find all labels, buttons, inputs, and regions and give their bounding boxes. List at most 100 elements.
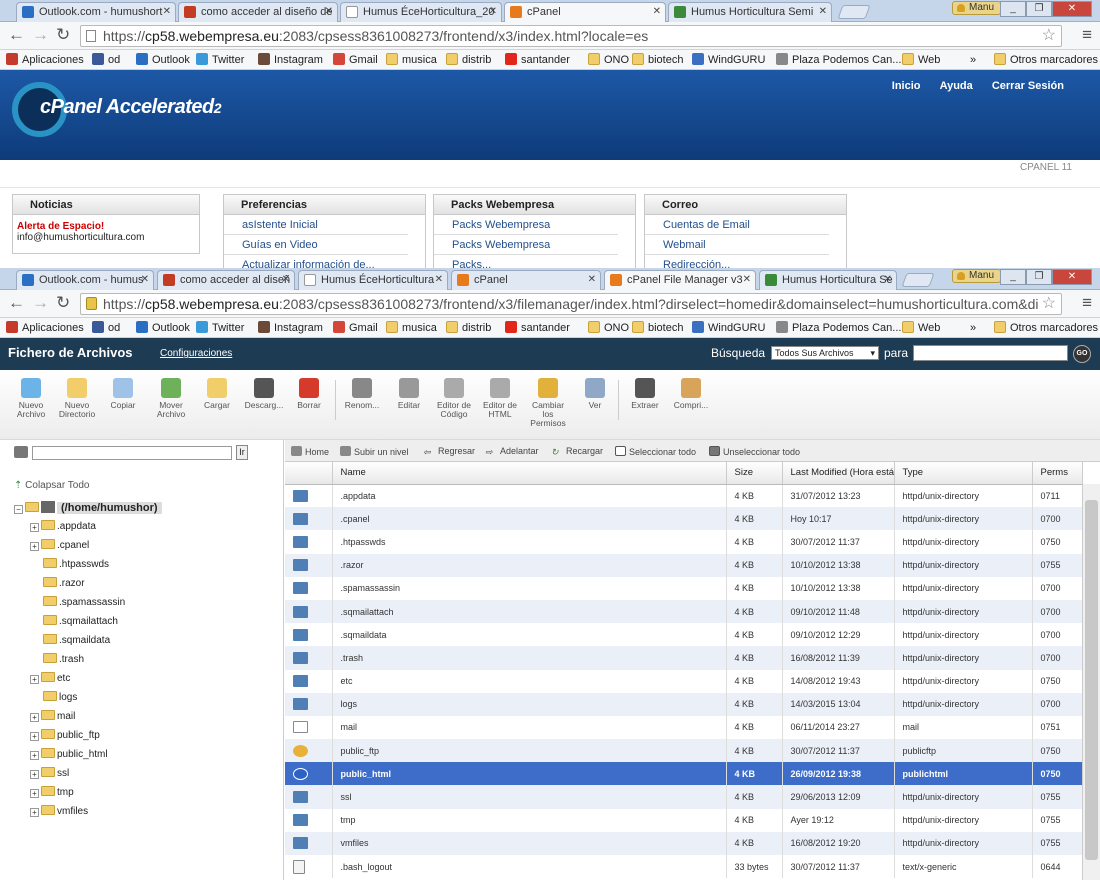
tab-cpanel[interactable]: cPanel ✕	[504, 2, 666, 23]
forward-icon[interactable]: →	[32, 26, 49, 44]
browser-menu-icon[interactable]: ≡	[1082, 293, 1092, 313]
bookmark-distrib[interactable]: distrib	[446, 321, 491, 335]
file-row[interactable]: public_html 4 KB 26/09/2012 19:38 publichtm…	[285, 762, 1083, 786]
select-all-action[interactable]: Seleccionar todo	[615, 446, 696, 457]
tree-node[interactable]: + .cpanel	[30, 537, 89, 555]
tab-humus-doc[interactable]: Humus ÉceHorticultura_20 ✕	[340, 2, 502, 22]
tree-node[interactable]: .sqmaildata	[30, 632, 110, 650]
unselect-all-action[interactable]: Unseleccionar todo	[709, 446, 800, 457]
link-inicio[interactable]: Inicio	[892, 80, 921, 92]
file-row[interactable]: .sqmailattach 4 KB 09/10/2012 11:48 httpd/u…	[285, 599, 1083, 624]
user-profile-badge[interactable]: Manu	[952, 269, 1002, 283]
space-alert[interactable]: Alerta de Espacio!	[17, 221, 195, 232]
search-scope-select[interactable]: Todos Sus Archivos ▾	[771, 346, 879, 360]
bookmark-od[interactable]: od	[92, 321, 120, 335]
bookmark-gmail[interactable]: Gmail	[333, 53, 378, 67]
download-button[interactable]: Descarg...	[243, 378, 285, 410]
bookmark-plaza-podemos-can[interactable]: Plaza Podemos Can...	[776, 321, 901, 335]
minimize-icon[interactable]: _	[1000, 269, 1026, 285]
link-webmail[interactable]: Webmail	[645, 235, 829, 255]
expand-node-icon[interactable]: +	[30, 732, 39, 741]
bookmark-od[interactable]: od	[92, 53, 120, 67]
settings-link[interactable]: Configuraciones	[160, 348, 232, 359]
extract-button[interactable]: Extraer	[624, 378, 666, 410]
address-bar[interactable]: https://cp58.webempresa.eu:2083/cpsess83…	[80, 25, 1062, 47]
expand-node-icon[interactable]: +	[30, 675, 39, 684]
close-tab-icon[interactable]: ✕	[489, 3, 497, 21]
file-row[interactable]: .cpanel 4 KB Hoy 10:17 httpd/unix-directory…	[285, 507, 1083, 531]
link-packs[interactable]: Packs...	[434, 255, 618, 268]
tree-node[interactable]: + vmfiles	[30, 803, 88, 821]
file-row[interactable]: .sqmaildata 4 KB 09/10/2012 12:29 httpd/uni…	[285, 623, 1083, 647]
expand-node-icon[interactable]: +	[30, 789, 39, 798]
tree-node[interactable]: + ssl	[30, 765, 69, 783]
bookmark-windguru[interactable]: WindGURU	[692, 53, 765, 67]
file-row[interactable]: .bash_logout 33 bytes 30/07/2012 11:37 text…	[285, 855, 1083, 879]
bookmark-outlook[interactable]: Outlook	[136, 53, 190, 67]
bookmark-biotech[interactable]: biotech	[632, 53, 683, 67]
link-ayuda[interactable]: Ayuda	[940, 80, 973, 92]
type-column-header[interactable]: Type	[894, 462, 1033, 485]
bookmark-santander[interactable]: santander	[505, 53, 570, 67]
bookmark-santander[interactable]: santander	[505, 321, 570, 335]
bookmark-web[interactable]: Web	[902, 53, 940, 67]
file-row[interactable]: vmfiles 4 KB 16/08/2012 19:20 httpd/unix-di…	[285, 831, 1083, 855]
tree-node[interactable]: + etc	[30, 670, 70, 688]
tab-foro[interactable]: como acceder al diseño de ✕	[178, 2, 338, 22]
tab-cpanel[interactable]: cPanel ✕	[451, 270, 601, 290]
home-action[interactable]: Home	[291, 446, 329, 457]
bookmark-biotech[interactable]: biotech	[632, 321, 683, 335]
bookmark-twitter[interactable]: Twitter	[196, 321, 244, 335]
forward-icon[interactable]: →	[32, 294, 49, 312]
key-button[interactable]: Cambiar los Permisos	[527, 378, 569, 428]
tree-node[interactable]: + public_ftp	[30, 727, 100, 745]
bookmark-[interactable]: »	[970, 321, 976, 335]
compress-button[interactable]: Compri...	[670, 378, 712, 410]
bookmark-aplicaciones[interactable]: Aplicaciones	[6, 53, 84, 67]
tab-outlook[interactable]: Outlook.com - humushort ✕	[16, 2, 176, 22]
up-level-action[interactable]: Subir un nivel	[340, 446, 409, 457]
maximize-icon[interactable]: ❐	[1026, 1, 1052, 17]
maximize-icon[interactable]: ❐	[1026, 269, 1052, 285]
expand-node-icon[interactable]: +	[30, 523, 39, 532]
collapse-all-link[interactable]: ⇡ Colapsar Todo	[14, 480, 89, 491]
new-tab-button[interactable]	[837, 5, 871, 19]
tree-node[interactable]: + public_html	[30, 746, 108, 764]
bookmark-instagram[interactable]: Instagram	[258, 53, 323, 67]
file-row[interactable]: .htpasswds 4 KB 30/07/2012 11:37 httpd/unix…	[285, 530, 1083, 554]
bookmark-twitter[interactable]: Twitter	[196, 53, 244, 67]
bookmark-star-icon[interactable]: ☆	[1042, 26, 1056, 46]
vertical-scrollbar[interactable]	[1082, 484, 1100, 880]
rename-button[interactable]: Renom...	[341, 378, 383, 410]
link-packs[interactable]: Packs Webempresa	[434, 235, 618, 255]
size-column-header[interactable]: Size	[726, 462, 783, 485]
tree-root[interactable]: − (/home/humushor)	[14, 499, 162, 517]
bookmark-musica[interactable]: musica	[386, 321, 437, 335]
bookmark-web[interactable]: Web	[902, 321, 940, 335]
file-row[interactable]: ssl 4 KB 29/06/2013 12:09 httpd/unix-direct…	[285, 785, 1083, 809]
back-action[interactable]: ⇦ Regresar	[423, 446, 475, 457]
scrollbar-thumb[interactable]	[1085, 500, 1098, 860]
close-tab-icon[interactable]: ✕	[435, 271, 443, 289]
link-guias-video[interactable]: Guías en Video	[224, 235, 408, 255]
search-go-button[interactable]: GO	[1073, 345, 1091, 363]
edit-button[interactable]: Editar	[388, 378, 430, 410]
file-row[interactable]: tmp 4 KB Ayer 19:12 httpd/unix-directory 075…	[285, 808, 1083, 832]
html-editor-button[interactable]: Editor de HTML	[479, 378, 521, 419]
file-row[interactable]: .spamassassin 4 KB 10/10/2012 13:38 httpd/u…	[285, 576, 1083, 600]
tree-path-input[interactable]	[32, 446, 232, 460]
file-row[interactable]: .trash 4 KB 16/08/2012 11:39 httpd/unix-dir…	[285, 646, 1083, 670]
tree-node[interactable]: .sqmailattach	[30, 613, 118, 631]
minimize-icon[interactable]: _	[1000, 1, 1026, 17]
tree-node[interactable]: .htpasswds	[30, 556, 109, 574]
move-button[interactable]: Mover Archivo	[150, 378, 192, 419]
file-row[interactable]: etc 4 KB 14/08/2012 19:43 httpd/unix-direct…	[285, 669, 1083, 693]
new-tab-button[interactable]	[901, 273, 935, 287]
delete-button[interactable]: Borrar	[288, 378, 330, 410]
bookmark-distrib[interactable]: distrib	[446, 53, 491, 67]
file-row[interactable]: .razor 4 KB 10/10/2012 13:38 httpd/unix-dir…	[285, 553, 1083, 577]
link-packs[interactable]: Packs Webempresa	[434, 215, 618, 235]
tab-file-manager[interactable]: cPanel File Manager v3 ✕	[604, 270, 756, 291]
address-bar[interactable]: https://cp58.webempresa.eu:2083/cpsess83…	[80, 293, 1062, 315]
bookmark-plaza-podemos-can[interactable]: Plaza Podemos Can...	[776, 53, 901, 67]
